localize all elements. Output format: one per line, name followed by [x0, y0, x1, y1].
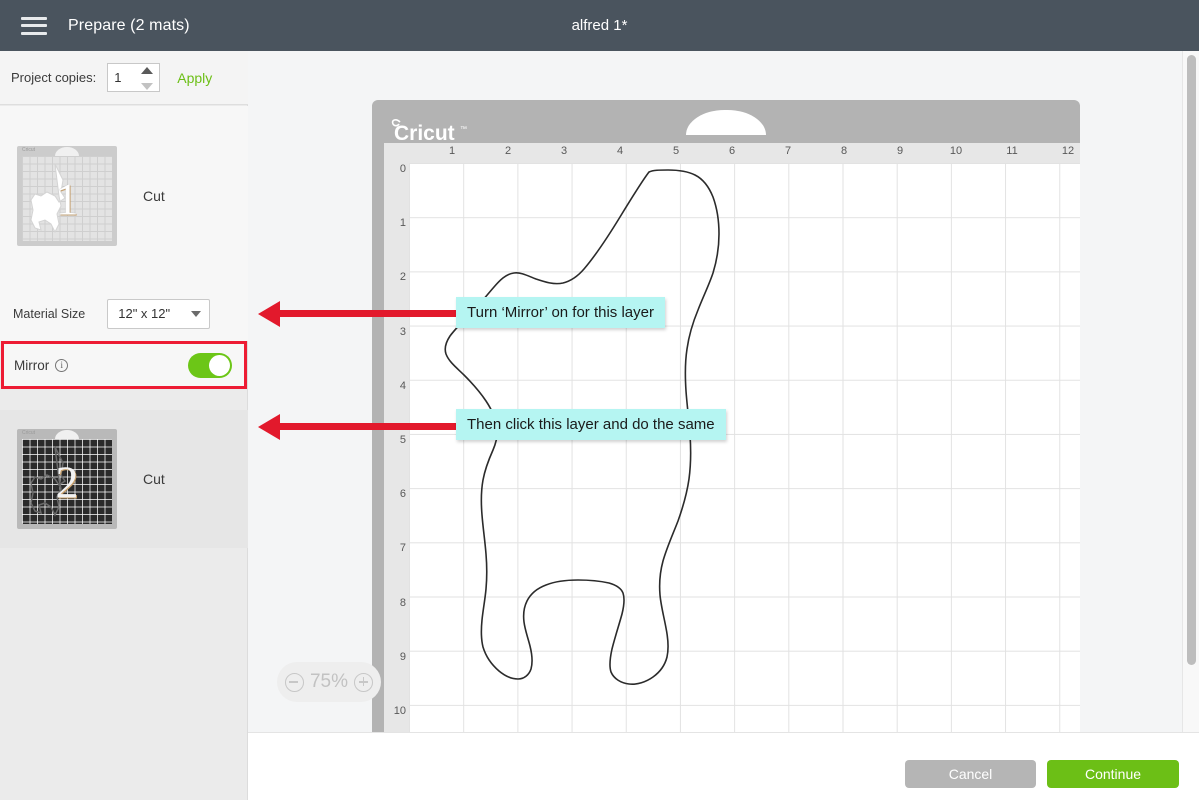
stepper-up-icon[interactable]: [141, 67, 154, 74]
chevron-down-icon: [191, 310, 202, 317]
hamburger-line: [21, 16, 47, 20]
ruler-v-tick: 7: [399, 542, 406, 555]
horizontal-ruler: 0123456789101112: [384, 143, 1080, 163]
mat-tab-shape: [55, 430, 79, 439]
mirror-label: Mirror: [14, 357, 50, 373]
footer-bar: Cancel Continue: [248, 732, 1199, 800]
page-title: Prepare (2 mats): [68, 16, 190, 34]
ruler-h-tick: 6: [728, 145, 736, 157]
mat-thumbnail-brand: Cricut: [22, 430, 36, 436]
material-size-select[interactable]: 12" x 12": [107, 298, 211, 329]
mirror-setting-row[interactable]: Mirror i: [1, 341, 247, 389]
cancel-button[interactable]: Cancel: [905, 760, 1036, 788]
svg-text:Cricut: Cricut: [394, 122, 455, 145]
mat-operation-label-2: Cut: [143, 471, 165, 487]
ruler-v-tick: 4: [399, 379, 406, 392]
ruler-v-tick: 3: [399, 325, 406, 338]
ruler-h-tick: 10: [949, 145, 963, 157]
project-copies-stepper[interactable]: [107, 63, 161, 92]
ruler-h-tick: 4: [616, 145, 624, 157]
toggle-knob: [209, 354, 230, 376]
ruler-h-tick: 12: [1061, 145, 1075, 157]
vertical-scrollbar-thumb[interactable]: [1187, 55, 1196, 665]
project-copies-input[interactable]: [108, 64, 139, 91]
project-copies-bar: Project copies: Apply: [0, 51, 248, 105]
left-sidebar: Project copies: Apply 1: [0, 51, 248, 800]
vertical-ruler: 0 1 2 3 4 5 6 7 8 9 10: [384, 143, 409, 732]
cutting-mat[interactable]: Cricut ™ 0123456789101112 012345678910: [372, 100, 1080, 732]
artwork-outline-cat[interactable]: [409, 163, 826, 729]
ruler-v-tick: 10: [393, 705, 406, 717]
ruler-v-tick: 8: [399, 596, 406, 609]
ruler-v-tick: 9: [399, 650, 406, 663]
ruler-v-tick: 0: [399, 163, 406, 175]
info-icon[interactable]: i: [55, 358, 69, 372]
ruler-h-tick: 5: [672, 145, 680, 157]
zoom-control[interactable]: 75%: [277, 662, 381, 702]
ruler-h-tick: 11: [1006, 145, 1018, 157]
ruler-v-tick: 2: [399, 271, 406, 284]
continue-button[interactable]: Continue: [1047, 760, 1179, 788]
apply-button[interactable]: Apply: [177, 70, 212, 86]
mat-grid[interactable]: [409, 163, 1080, 732]
top-bar: Prepare (2 mats): [0, 0, 1199, 51]
hamburger-menu-icon[interactable]: [21, 16, 47, 35]
cricut-logo-icon: Cricut ™: [391, 119, 467, 145]
hamburger-line: [21, 24, 47, 27]
mat-thumbnail-1[interactable]: 1 Cricut: [17, 146, 117, 246]
vertical-scrollbar-track[interactable]: [1182, 51, 1199, 732]
zoom-level-value: 75%: [309, 671, 349, 692]
stepper-down-icon[interactable]: [141, 83, 154, 90]
mat-operation-label-1: Cut: [143, 188, 165, 204]
mat-thumbnail-brand: Cricut: [22, 147, 36, 153]
ruler-h-tick: 9: [896, 145, 904, 157]
mat-number-2: 2: [55, 456, 79, 507]
material-size-value: 12" x 12": [118, 306, 171, 321]
ruler-h-tick: 1: [448, 145, 456, 157]
project-copies-label: Project copies:: [11, 70, 97, 85]
mat-list-item-1[interactable]: 1 Cricut Cut: [0, 106, 248, 286]
canvas-area: Cricut ™ 0123456789101112 012345678910 7…: [248, 51, 1199, 732]
material-size-label: Material Size: [13, 306, 86, 321]
mat-top-tab: [686, 110, 766, 135]
hamburger-line: [21, 31, 47, 35]
ruler-v-tick: 5: [399, 434, 406, 446]
zoom-in-icon[interactable]: [354, 672, 374, 692]
mat-number-1: 1: [55, 173, 79, 224]
ruler-h-tick: 3: [560, 145, 568, 157]
mat-thumbnail-surface: 1: [22, 156, 112, 241]
stepper-arrows: [141, 67, 154, 90]
mat-thumbnail-surface: 2: [22, 439, 112, 524]
ruler-v-tick: 1: [399, 217, 406, 230]
svg-text:™: ™: [460, 126, 467, 133]
ruler-h-tick: 7: [784, 145, 792, 157]
mat-list-item-2[interactable]: 2 Cricut Cut: [0, 410, 248, 548]
material-size-row: Material Size 12" x 12": [0, 286, 248, 341]
ruler-h-tick: 2: [504, 145, 512, 157]
mat-thumbnail-2[interactable]: 2 Cricut: [17, 429, 117, 529]
mat-tab-shape: [55, 147, 79, 156]
app-root: Prepare (2 mats) alfred 1* Project copie…: [0, 0, 1199, 800]
ruler-v-tick: 6: [399, 488, 406, 501]
zoom-out-icon[interactable]: [284, 672, 304, 692]
ruler-h-tick: 8: [840, 145, 848, 157]
mirror-toggle[interactable]: [188, 352, 232, 378]
